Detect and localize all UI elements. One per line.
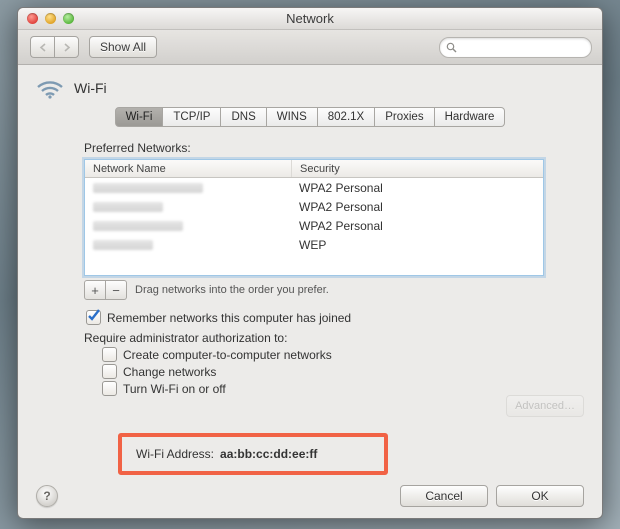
column-header-name[interactable]: Network Name bbox=[85, 160, 292, 177]
advanced-label: Advanced… bbox=[515, 400, 575, 412]
search-field[interactable] bbox=[439, 37, 592, 58]
table-row[interactable]: WPA2 Personal bbox=[85, 197, 543, 216]
security-value: WEP bbox=[291, 238, 543, 252]
back-button[interactable] bbox=[30, 36, 54, 58]
redacted-network-name bbox=[93, 183, 203, 193]
help-button[interactable]: ? bbox=[36, 485, 58, 507]
show-all-button[interactable]: Show All bbox=[89, 36, 157, 58]
ok-label: OK bbox=[531, 489, 548, 503]
preferred-networks-table: Network Name Security WPA2 Personal WPA2… bbox=[84, 159, 544, 276]
admin-toggle-wifi-label: Turn Wi-Fi on or off bbox=[123, 382, 226, 396]
admin-create-adhoc-checkbox[interactable] bbox=[102, 347, 117, 362]
admin-change-networks-checkbox[interactable] bbox=[102, 364, 117, 379]
window-title: Network bbox=[18, 11, 602, 26]
tab-label: TCP/IP bbox=[173, 111, 210, 123]
tab-dns[interactable]: DNS bbox=[221, 107, 266, 127]
tab-hardware[interactable]: Hardware bbox=[435, 107, 506, 127]
tab-label: Hardware bbox=[445, 111, 495, 123]
remember-networks-label: Remember networks this computer has join… bbox=[107, 311, 351, 325]
table-row[interactable]: WEP bbox=[85, 235, 543, 254]
page-title: Wi-Fi bbox=[74, 80, 107, 96]
add-network-button[interactable]: + bbox=[84, 280, 106, 300]
tab-label: 802.1X bbox=[328, 111, 364, 123]
remove-network-button[interactable]: − bbox=[106, 280, 127, 300]
column-header-security[interactable]: Security bbox=[292, 160, 543, 177]
tab-tcpip[interactable]: TCP/IP bbox=[163, 107, 221, 127]
admin-change-networks-label: Change networks bbox=[123, 365, 216, 379]
nav-back-forward bbox=[30, 36, 79, 58]
tab-wifi[interactable]: Wi-Fi bbox=[115, 107, 164, 127]
wifi-address-highlight: Wi-Fi Address: aa:bb:cc:dd:ee:ff bbox=[118, 433, 388, 475]
tab-label: DNS bbox=[231, 111, 255, 123]
drag-hint: Drag networks into the order you prefer. bbox=[135, 284, 329, 296]
preferred-networks-label: Preferred Networks: bbox=[84, 141, 544, 155]
chevron-right-icon bbox=[63, 43, 71, 52]
ok-button[interactable]: OK bbox=[496, 485, 584, 507]
search-input[interactable] bbox=[461, 40, 565, 54]
cancel-label: Cancel bbox=[425, 489, 462, 503]
redacted-network-name bbox=[93, 221, 183, 231]
tab-8021x[interactable]: 802.1X bbox=[318, 107, 375, 127]
admin-toggle-wifi-checkbox[interactable] bbox=[102, 381, 117, 396]
security-value: WPA2 Personal bbox=[291, 200, 543, 214]
remember-networks-checkbox[interactable] bbox=[86, 310, 101, 325]
wifi-icon bbox=[36, 77, 64, 99]
table-row[interactable]: WPA2 Personal bbox=[85, 216, 543, 235]
require-admin-label: Require administrator authorization to: bbox=[84, 331, 544, 345]
tab-label: WINS bbox=[277, 111, 307, 123]
wifi-address-value: aa:bb:cc:dd:ee:ff bbox=[220, 447, 317, 461]
security-value: WPA2 Personal bbox=[291, 181, 543, 195]
tab-proxies[interactable]: Proxies bbox=[375, 107, 434, 127]
network-preferences-window: Network Show All bbox=[17, 7, 603, 519]
tab-wins[interactable]: WINS bbox=[267, 107, 318, 127]
redacted-network-name bbox=[93, 240, 153, 250]
tab-label: Proxies bbox=[385, 111, 423, 123]
advanced-button[interactable]: Advanced… bbox=[506, 395, 584, 417]
redacted-network-name bbox=[93, 202, 163, 212]
forward-button[interactable] bbox=[54, 36, 79, 58]
tab-strip: Wi-Fi TCP/IP DNS WINS 802.1X Proxies Har… bbox=[36, 107, 584, 127]
checkmark-icon bbox=[86, 308, 101, 323]
toolbar: Show All bbox=[18, 30, 602, 65]
help-icon: ? bbox=[43, 489, 50, 503]
wifi-address-label: Wi-Fi Address: bbox=[136, 447, 214, 461]
cancel-button[interactable]: Cancel bbox=[400, 485, 488, 507]
security-value: WPA2 Personal bbox=[291, 219, 543, 233]
titlebar: Network bbox=[18, 8, 602, 30]
search-icon bbox=[446, 42, 457, 53]
admin-create-adhoc-label: Create computer-to-computer networks bbox=[123, 348, 332, 362]
tab-label: Wi-Fi bbox=[126, 111, 153, 123]
chevron-left-icon bbox=[39, 43, 47, 52]
table-row[interactable]: WPA2 Personal bbox=[85, 178, 543, 197]
show-all-label: Show All bbox=[100, 40, 146, 54]
